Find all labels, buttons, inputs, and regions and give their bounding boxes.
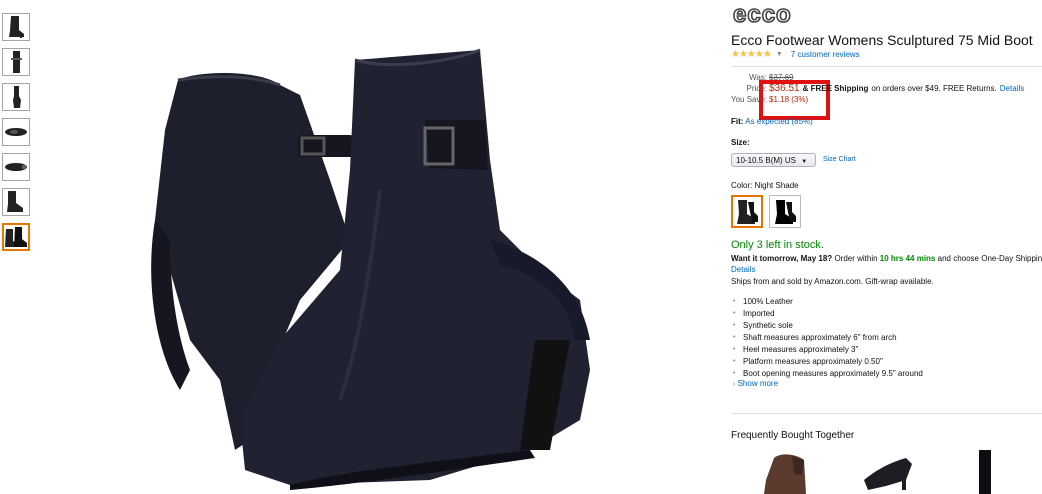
feature-bullet: 100% Leather xyxy=(731,296,923,308)
fit-label: Fit: xyxy=(731,117,744,126)
thumbnail-7-selected[interactable] xyxy=(2,223,30,251)
color-row: Color: Night Shade xyxy=(731,181,799,190)
color-label: Color: xyxy=(731,181,753,190)
thumbnail-5[interactable] xyxy=(2,153,30,181)
size-chart-link[interactable]: Size Chart xyxy=(823,156,856,163)
was-label: Was: xyxy=(749,73,767,82)
feature-bullet: Synthetic sole xyxy=(731,320,923,332)
choose-shipping-text: and choose One-Day Shipping at checkout. xyxy=(937,254,1042,263)
brown-boot-icon xyxy=(764,454,806,494)
fit-row: Fit: As expected (85%) xyxy=(731,117,813,126)
feature-bullet: Heel measures approximately 3" xyxy=(731,344,923,356)
size-label: Size: xyxy=(731,138,750,147)
save-amount: $1.18 (3%) xyxy=(769,95,809,104)
ankle-boots-image xyxy=(151,48,590,490)
boot-side-icon xyxy=(11,51,22,73)
save-row: You Save: $1.18 (3%) xyxy=(731,94,1024,105)
show-more-label: Show more xyxy=(737,379,779,388)
feature-bullets: 100% Leather Imported Synthetic sole Sha… xyxy=(731,296,923,380)
product-title: Ecco Footwear Womens Sculptured 75 Mid B… xyxy=(731,32,1033,48)
fbt-product-1[interactable] xyxy=(756,450,811,494)
feature-bullet: Imported xyxy=(731,308,923,320)
boot-sole-icon xyxy=(5,163,27,171)
thumbnail-4[interactable] xyxy=(2,118,30,146)
boot-swatch-icon xyxy=(737,199,758,224)
thumbnail-2[interactable] xyxy=(2,48,30,76)
save-label: You Save: xyxy=(731,95,768,104)
boot-top-icon xyxy=(5,128,27,136)
rating-row: ★★★★★ ▼ 7 customer reviews xyxy=(731,49,860,60)
dropdown-arrow-icon: ▼ xyxy=(801,159,808,165)
fbt-product-3[interactable] xyxy=(969,450,999,494)
price-label: Price: xyxy=(746,84,767,93)
fbt-product-2[interactable] xyxy=(856,450,916,494)
was-price: $37.69 xyxy=(769,73,794,82)
color-swatch-black[interactable] xyxy=(769,195,801,228)
was-row: Was: $37.69 xyxy=(731,72,1024,83)
size-dropdown[interactable]: 10-10.5 B(M) US ▼ xyxy=(731,153,816,167)
ecco-logo-icon: ecco xyxy=(732,0,792,29)
five-stars-icon[interactable]: ★★★★★ xyxy=(731,49,772,60)
caret-right-icon: › xyxy=(733,381,736,388)
divider xyxy=(731,413,1042,414)
chevron-down-icon[interactable]: ▼ xyxy=(776,51,783,58)
color-selected: Night Shade xyxy=(754,181,799,190)
size-selected: 10-10.5 B(M) US xyxy=(736,156,797,165)
feature-bullet: Platform measures approximately 0.50" xyxy=(731,356,923,368)
customer-reviews-link[interactable]: 7 customer reviews xyxy=(791,50,860,59)
svg-text:ecco: ecco xyxy=(733,3,792,25)
fit-link[interactable]: As expected (85%) xyxy=(745,117,813,126)
color-swatch-night-shade[interactable] xyxy=(731,195,763,228)
delivery-info: Want it tomorrow, May 18? Order within 1… xyxy=(731,253,1042,275)
feature-bullet: Shaft measures approximately 6" from arc… xyxy=(731,332,923,344)
show-more-link[interactable]: › Show more xyxy=(733,379,778,388)
shipping-details-link[interactable]: Details xyxy=(1000,83,1024,94)
thumbnail-1[interactable] xyxy=(2,13,30,41)
product-details: ecco Ecco Footwear Womens Sculptured 75 … xyxy=(731,0,1042,494)
ships-from-text: Ships from and sold by Amazon.com. Gift-… xyxy=(731,277,934,286)
current-price: $36.51 xyxy=(769,83,800,94)
black-pump-icon xyxy=(864,458,912,490)
shipping-condition: on orders over $49. FREE Returns. xyxy=(871,84,997,93)
want-it-text: Want it tomorrow, May 18? xyxy=(731,254,833,263)
boot-thumbnail-icon xyxy=(9,16,24,38)
stock-status: Only 3 left in stock. xyxy=(731,239,824,251)
time-left: 10 hrs 44 mins xyxy=(879,254,936,263)
boot-swatch-black-icon xyxy=(775,199,796,224)
divider xyxy=(731,66,1042,67)
tall-boot-icon xyxy=(979,450,991,494)
frequently-bought-heading: Frequently Bought Together xyxy=(731,430,855,441)
price-block: Was: $37.69 Price: $36.51 & FREE Shippin… xyxy=(731,72,1024,105)
thumbnail-3[interactable] xyxy=(2,83,30,111)
delivery-details-link[interactable]: Details xyxy=(731,265,755,274)
price-row: Price: $36.51 & FREE Shipping on orders … xyxy=(731,83,1025,94)
brand-logo[interactable]: ecco xyxy=(732,0,813,29)
thumbnail-strip xyxy=(2,13,32,258)
boot-angle-icon xyxy=(7,191,23,212)
boot-pair-icon xyxy=(5,227,27,247)
free-shipping-text: & FREE Shipping xyxy=(802,84,869,93)
boot-back-icon xyxy=(13,86,21,108)
order-within-text: Order within xyxy=(834,254,878,263)
product-main-image[interactable] xyxy=(150,40,600,490)
thumbnail-6[interactable] xyxy=(2,188,30,216)
